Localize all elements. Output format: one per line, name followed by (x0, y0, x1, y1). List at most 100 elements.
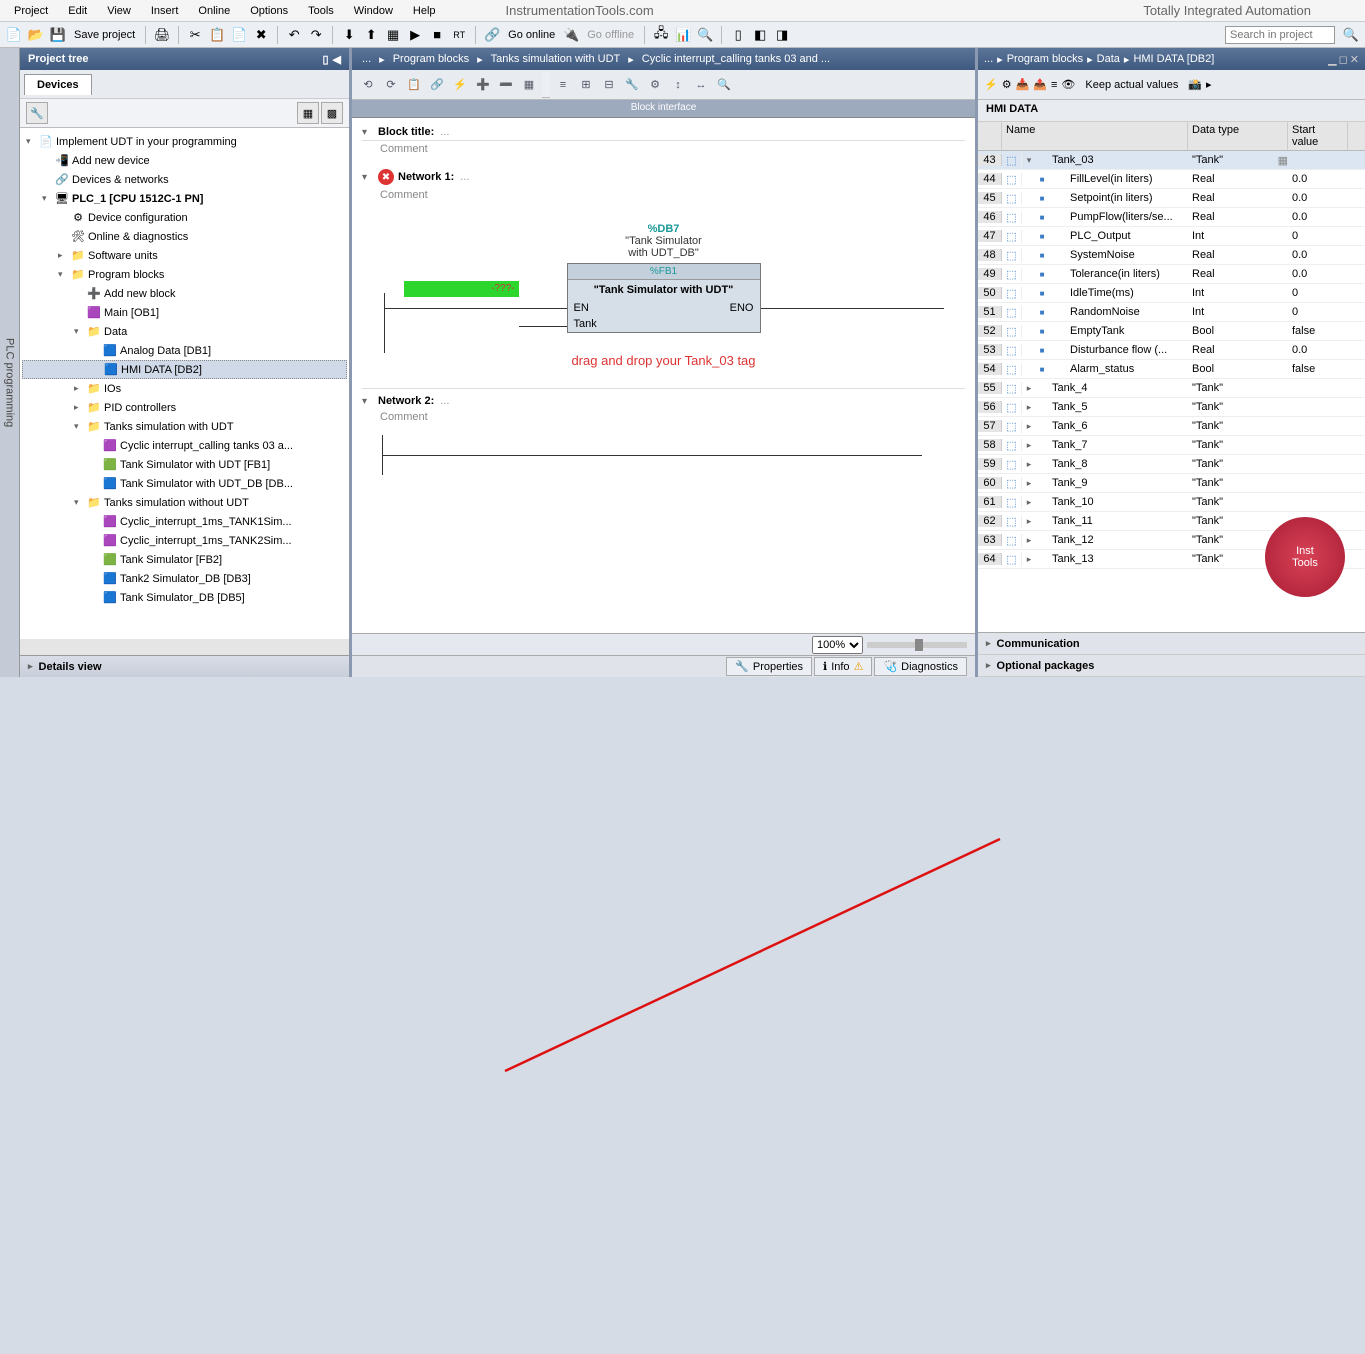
accessible-icon[interactable]: 🖧 (651, 25, 671, 45)
et-icon[interactable]: ⊟ (599, 75, 619, 95)
paste-icon[interactable]: 📄 (229, 25, 249, 45)
tree-item[interactable]: ▾📁Program blocks (22, 265, 347, 284)
details-view-header[interactable]: ▸Details view (20, 655, 349, 677)
et-icon[interactable]: ⚙ (645, 75, 665, 95)
tree-item[interactable]: ➕Add new block (22, 284, 347, 303)
net1-comment[interactable]: Comment (362, 187, 965, 203)
et-icon[interactable]: ↔ (691, 75, 711, 95)
tree-item[interactable]: ▾📁Data (22, 322, 347, 341)
tree-item[interactable]: 🟦Tank Simulator_DB [DB5] (22, 588, 347, 607)
rt-icon[interactable]: RT (449, 25, 469, 45)
tree-item[interactable]: 🛠Online & diagnostics (22, 227, 347, 246)
find-icon[interactable]: 🔍 (695, 25, 715, 45)
grid-row[interactable]: 54⬚■Alarm_statusBoolfalse (978, 360, 1365, 379)
print-icon[interactable]: 🖨 (152, 25, 172, 45)
grid2-icon[interactable]: ▩ (321, 102, 343, 124)
redo-icon[interactable]: ↷ (306, 25, 326, 45)
rt-icon[interactable]: 📥 (1016, 78, 1030, 91)
delete-icon[interactable]: ✖ (251, 25, 271, 45)
layout2-icon[interactable]: ◨ (772, 25, 792, 45)
open-project-icon[interactable]: 📂 (26, 25, 46, 45)
stop-icon[interactable]: ■ (427, 25, 447, 45)
grid-row[interactable]: 59⬚▸Tank_8"Tank" (978, 455, 1365, 474)
grid-row[interactable]: 50⬚■IdleTime(ms)Int0 (978, 284, 1365, 303)
download-icon[interactable]: ⬇ (339, 25, 359, 45)
tree-item[interactable]: ▸📁IOs (22, 379, 347, 398)
rbc-program-blocks[interactable]: Program blocks (1007, 53, 1083, 65)
grid-row[interactable]: 57⬚▸Tank_6"Tank" (978, 417, 1365, 436)
plc-programming-sidebar[interactable]: PLC programming (0, 48, 20, 677)
et-icon[interactable]: ➕ (473, 75, 493, 95)
fb-instance-box[interactable]: %FB1 "Tank Simulator with UDT" EN ENO Ta… (567, 263, 761, 333)
tree-item[interactable]: ▾🖥PLC_1 [CPU 1512C-1 PN] (22, 189, 347, 208)
editor-body[interactable]: ▾ Block title: ... Comment ▾ ✖ Network 1… (352, 118, 975, 633)
grid-row[interactable]: 45⬚■Setpoint(in liters)Real0.0 (978, 189, 1365, 208)
menu-edit[interactable]: Edit (58, 3, 97, 19)
block-title-expand[interactable]: ▾ (362, 127, 378, 138)
rt-icon[interactable]: ▸ (1206, 78, 1212, 91)
go-offline-icon[interactable]: 🔌 (561, 25, 581, 45)
et-icon[interactable]: 🔍 (714, 75, 734, 95)
tree-item[interactable]: 🟪Cyclic interrupt_calling tanks 03 a... (22, 436, 347, 455)
et-icon[interactable]: ⚡ (450, 75, 470, 95)
menu-project[interactable]: Project (4, 3, 58, 19)
optional-packages-tab[interactable]: ▸Optional packages (978, 655, 1365, 677)
net2-comment[interactable]: Comment (362, 409, 965, 425)
et-icon[interactable]: ⊞ (576, 75, 596, 95)
communication-tab[interactable]: ▸Communication (978, 633, 1365, 655)
rt-icon[interactable]: ≡ (1051, 79, 1057, 91)
rt-icon[interactable]: 👁 (1061, 78, 1075, 91)
tree-item[interactable]: 🟪Cyclic_interrupt_1ms_TANK1Sim... (22, 512, 347, 531)
cross-ref-icon[interactable]: 📊 (673, 25, 693, 45)
unassigned-tag[interactable]: -???- (404, 281, 519, 297)
et-icon[interactable]: ↕ (668, 75, 688, 95)
network-view-icon[interactable]: 🔧 (26, 102, 48, 124)
grid-row[interactable]: 53⬚■Disturbance flow (...Real0.0 (978, 341, 1365, 360)
tree-item[interactable]: ▾📁Tanks simulation with UDT (22, 417, 347, 436)
undo-icon[interactable]: ↶ (284, 25, 304, 45)
tree-item[interactable]: 🟦HMI DATA [DB2] (22, 360, 347, 379)
tree-item[interactable]: ▸📁Software units (22, 246, 347, 265)
rbc-data[interactable]: Data (1097, 53, 1120, 65)
rt-icon[interactable]: ⚡ (984, 78, 998, 91)
collapse-icon[interactable]: ▯ (322, 53, 328, 66)
tree-item[interactable]: ▾📁Tanks simulation without UDT (22, 493, 347, 512)
tree-item[interactable]: ▸📁PID controllers (22, 398, 347, 417)
grid-row[interactable]: 61⬚▸Tank_10"Tank" (978, 493, 1365, 512)
grid-row[interactable]: 52⬚■EmptyTankBoolfalse (978, 322, 1365, 341)
keep-actual-label[interactable]: Keep actual values (1079, 79, 1184, 91)
grid-row[interactable]: 44⬚■FillLevel(in liters)Real0.0 (978, 170, 1365, 189)
rt-icon[interactable]: ⚙ (1002, 78, 1012, 91)
tree-item[interactable]: 🟪Cyclic_interrupt_1ms_TANK2Sim... (22, 531, 347, 550)
tank-pin[interactable]: Tank (574, 318, 597, 330)
et-icon[interactable]: ⟲ (358, 75, 378, 95)
tree-item[interactable]: 🟦Tank2 Simulator_DB [DB3] (22, 569, 347, 588)
tree-item[interactable]: 🟩Tank Simulator with UDT [FB1] (22, 455, 347, 474)
bc-cyclic[interactable]: Cyclic interrupt_calling tanks 03 and ..… (642, 53, 830, 65)
net2-expand[interactable]: ▾ (362, 396, 378, 407)
pin-icon[interactable]: ◀ (333, 53, 341, 66)
et-icon[interactable]: ≡ (553, 75, 573, 95)
devices-tab[interactable]: Devices (24, 74, 92, 95)
grid-row[interactable]: 60⬚▸Tank_9"Tank" (978, 474, 1365, 493)
block-comment[interactable]: Comment (362, 141, 965, 157)
close-icon[interactable]: ✕ (1350, 53, 1359, 66)
grid-row[interactable]: 46⬚■PumpFlow(liters/se...Real0.0 (978, 208, 1365, 227)
grid-row[interactable]: 51⬚■RandomNoiseInt0 (978, 303, 1365, 322)
grid-row[interactable]: 43⬚▾Tank_03"Tank" ▦ (978, 151, 1365, 170)
zoom-slider[interactable] (915, 639, 923, 651)
grid-row[interactable]: 55⬚▸Tank_4"Tank" (978, 379, 1365, 398)
rt-icon[interactable]: 📤 (1033, 78, 1047, 91)
et-icon[interactable]: 🔗 (427, 75, 447, 95)
et-icon[interactable]: 🔧 (622, 75, 642, 95)
et-icon[interactable]: 📋 (404, 75, 424, 95)
menu-online[interactable]: Online (188, 3, 240, 19)
new-project-icon[interactable]: 📄 (4, 25, 24, 45)
tree-item[interactable]: ⚙Device configuration (22, 208, 347, 227)
save-project-label[interactable]: Save project (70, 29, 139, 41)
upload-icon[interactable]: ⬆ (361, 25, 381, 45)
et-icon[interactable]: ⟳ (381, 75, 401, 95)
et-icon[interactable]: ➖ (496, 75, 516, 95)
copy-icon[interactable]: 📋 (207, 25, 227, 45)
menu-help[interactable]: Help (403, 3, 446, 19)
